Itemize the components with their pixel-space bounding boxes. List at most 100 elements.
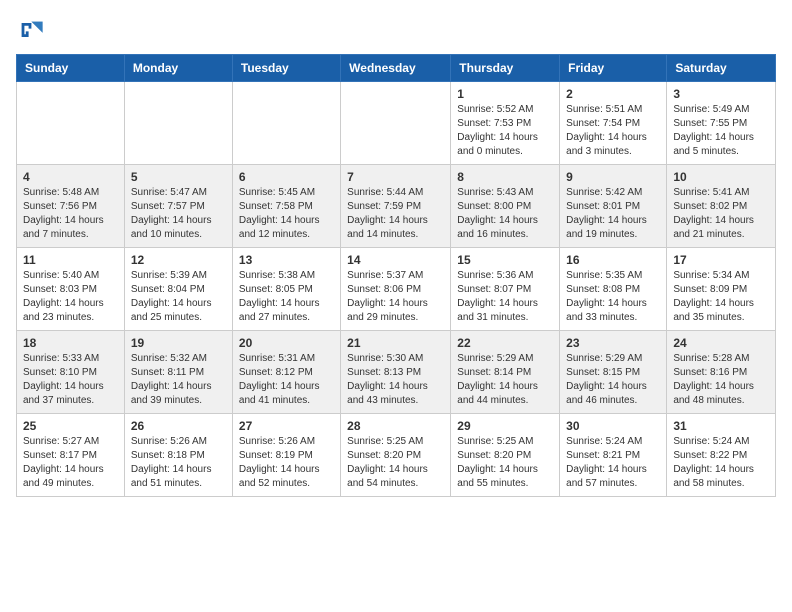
calendar-cell: 31 Sunrise: 5:24 AM Sunset: 8:22 PM Dayli… — [667, 414, 776, 497]
calendar-cell: 16 Sunrise: 5:35 AM Sunset: 8:08 PM Dayli… — [560, 248, 667, 331]
calendar-cell: 2 Sunrise: 5:51 AM Sunset: 7:54 PM Daylig… — [560, 82, 667, 165]
day-info: Sunrise: 5:31 AM Sunset: 8:12 PM Dayligh… — [239, 352, 334, 408]
day-header-saturday: Saturday — [667, 55, 776, 82]
calendar-cell: 15 Sunrise: 5:36 AM Sunset: 8:07 PM Dayli… — [451, 248, 560, 331]
calendar-cell: 19 Sunrise: 5:32 AM Sunset: 8:11 PM Dayli… — [124, 331, 232, 414]
day-number: 6 — [239, 170, 334, 184]
day-header-wednesday: Wednesday — [341, 55, 451, 82]
calendar-cell: 26 Sunrise: 5:26 AM Sunset: 8:18 PM Dayli… — [124, 414, 232, 497]
day-number: 7 — [347, 170, 444, 184]
calendar-cell: 9 Sunrise: 5:42 AM Sunset: 8:01 PM Daylig… — [560, 165, 667, 248]
day-info: Sunrise: 5:43 AM Sunset: 8:00 PM Dayligh… — [457, 186, 553, 242]
day-info: Sunrise: 5:45 AM Sunset: 7:58 PM Dayligh… — [239, 186, 334, 242]
logo — [16, 16, 48, 44]
day-number: 3 — [673, 87, 769, 101]
day-info: Sunrise: 5:29 AM Sunset: 8:15 PM Dayligh… — [566, 352, 660, 408]
calendar-cell: 3 Sunrise: 5:49 AM Sunset: 7:55 PM Daylig… — [667, 82, 776, 165]
calendar-cell: 11 Sunrise: 5:40 AM Sunset: 8:03 PM Dayli… — [17, 248, 125, 331]
day-number: 12 — [131, 253, 226, 267]
day-number: 2 — [566, 87, 660, 101]
calendar-cell: 23 Sunrise: 5:29 AM Sunset: 8:15 PM Dayli… — [560, 331, 667, 414]
logo-icon — [16, 16, 44, 44]
day-number: 23 — [566, 336, 660, 350]
calendar-week-1: 1 Sunrise: 5:52 AM Sunset: 7:53 PM Daylig… — [17, 82, 776, 165]
day-info: Sunrise: 5:34 AM Sunset: 8:09 PM Dayligh… — [673, 269, 769, 325]
day-number: 25 — [23, 419, 118, 433]
day-info: Sunrise: 5:41 AM Sunset: 8:02 PM Dayligh… — [673, 186, 769, 242]
day-header-sunday: Sunday — [17, 55, 125, 82]
calendar-cell: 17 Sunrise: 5:34 AM Sunset: 8:09 PM Dayli… — [667, 248, 776, 331]
day-number: 13 — [239, 253, 334, 267]
day-info: Sunrise: 5:49 AM Sunset: 7:55 PM Dayligh… — [673, 103, 769, 159]
day-info: Sunrise: 5:27 AM Sunset: 8:17 PM Dayligh… — [23, 435, 118, 491]
day-info: Sunrise: 5:40 AM Sunset: 8:03 PM Dayligh… — [23, 269, 118, 325]
calendar-cell: 30Sunrise: 5:24 AM Sunset: 8:21 PM Dayli… — [560, 414, 667, 497]
day-number: 26 — [131, 419, 226, 433]
day-info: Sunrise: 5:25 AM Sunset: 8:20 PM Dayligh… — [347, 435, 444, 491]
day-number: 18 — [23, 336, 118, 350]
day-info: Sunrise: 5:33 AM Sunset: 8:10 PM Dayligh… — [23, 352, 118, 408]
calendar-cell: 6 Sunrise: 5:45 AM Sunset: 7:58 PM Daylig… — [232, 165, 340, 248]
calendar-cell — [124, 82, 232, 165]
day-number: 10 — [673, 170, 769, 184]
day-info: Sunrise: 5:38 AM Sunset: 8:05 PM Dayligh… — [239, 269, 334, 325]
calendar-cell: 27Sunrise: 5:26 AM Sunset: 8:19 PM Dayli… — [232, 414, 340, 497]
day-number: 28 — [347, 419, 444, 433]
day-info: Sunrise: 5:51 AM Sunset: 7:54 PM Dayligh… — [566, 103, 660, 159]
calendar-cell: 14Sunrise: 5:37 AM Sunset: 8:06 PM Dayli… — [341, 248, 451, 331]
calendar-cell: 12 Sunrise: 5:39 AM Sunset: 8:04 PM Dayli… — [124, 248, 232, 331]
calendar-cell: 29 Sunrise: 5:25 AM Sunset: 8:20 PM Dayli… — [451, 414, 560, 497]
day-header-tuesday: Tuesday — [232, 55, 340, 82]
day-info: Sunrise: 5:29 AM Sunset: 8:14 PM Dayligh… — [457, 352, 553, 408]
calendar-cell: 28 Sunrise: 5:25 AM Sunset: 8:20 PM Dayli… — [341, 414, 451, 497]
day-info: Sunrise: 5:24 AM Sunset: 8:22 PM Dayligh… — [673, 435, 769, 491]
calendar-cell: 7Sunrise: 5:44 AM Sunset: 7:59 PM Daylig… — [341, 165, 451, 248]
day-number: 19 — [131, 336, 226, 350]
day-number: 1 — [457, 87, 553, 101]
day-header-monday: Monday — [124, 55, 232, 82]
day-number: 31 — [673, 419, 769, 433]
day-info: Sunrise: 5:26 AM Sunset: 8:18 PM Dayligh… — [131, 435, 226, 491]
calendar-cell: 22Sunrise: 5:29 AM Sunset: 8:14 PM Dayli… — [451, 331, 560, 414]
calendar-week-5: 25 Sunrise: 5:27 AM Sunset: 8:17 PM Dayli… — [17, 414, 776, 497]
day-number: 17 — [673, 253, 769, 267]
day-number: 9 — [566, 170, 660, 184]
calendar-cell: 4 Sunrise: 5:48 AM Sunset: 7:56 PM Daylig… — [17, 165, 125, 248]
calendar-cell: 8 Sunrise: 5:43 AM Sunset: 8:00 PM Daylig… — [451, 165, 560, 248]
calendar-cell: 10 Sunrise: 5:41 AM Sunset: 8:02 PM Dayli… — [667, 165, 776, 248]
calendar-cell: 25 Sunrise: 5:27 AM Sunset: 8:17 PM Dayli… — [17, 414, 125, 497]
calendar-cell: 20 Sunrise: 5:31 AM Sunset: 8:12 PM Dayli… — [232, 331, 340, 414]
day-number: 4 — [23, 170, 118, 184]
day-info: Sunrise: 5:35 AM Sunset: 8:08 PM Dayligh… — [566, 269, 660, 325]
day-info: Sunrise: 5:42 AM Sunset: 8:01 PM Dayligh… — [566, 186, 660, 242]
day-info: Sunrise: 5:32 AM Sunset: 8:11 PM Dayligh… — [131, 352, 226, 408]
calendar-week-2: 4 Sunrise: 5:48 AM Sunset: 7:56 PM Daylig… — [17, 165, 776, 248]
calendar-cell: 5Sunrise: 5:47 AM Sunset: 7:57 PM Daylig… — [124, 165, 232, 248]
day-number: 16 — [566, 253, 660, 267]
calendar-cell: 24Sunrise: 5:28 AM Sunset: 8:16 PM Dayli… — [667, 331, 776, 414]
day-number: 21 — [347, 336, 444, 350]
day-number: 11 — [23, 253, 118, 267]
day-number: 15 — [457, 253, 553, 267]
calendar-week-4: 18 Sunrise: 5:33 AM Sunset: 8:10 PM Dayli… — [17, 331, 776, 414]
day-info: Sunrise: 5:37 AM Sunset: 8:06 PM Dayligh… — [347, 269, 444, 325]
calendar: SundayMondayTuesdayWednesdayThursdayFrid… — [16, 54, 776, 497]
day-info: Sunrise: 5:36 AM Sunset: 8:07 PM Dayligh… — [457, 269, 553, 325]
day-number: 29 — [457, 419, 553, 433]
day-number: 20 — [239, 336, 334, 350]
day-info: Sunrise: 5:24 AM Sunset: 8:21 PM Dayligh… — [566, 435, 660, 491]
day-header-friday: Friday — [560, 55, 667, 82]
calendar-cell — [232, 82, 340, 165]
calendar-cell: 18 Sunrise: 5:33 AM Sunset: 8:10 PM Dayli… — [17, 331, 125, 414]
day-info: Sunrise: 5:52 AM Sunset: 7:53 PM Dayligh… — [457, 103, 553, 159]
day-number: 8 — [457, 170, 553, 184]
day-info: Sunrise: 5:39 AM Sunset: 8:04 PM Dayligh… — [131, 269, 226, 325]
day-info: Sunrise: 5:28 AM Sunset: 8:16 PM Dayligh… — [673, 352, 769, 408]
page-header — [16, 16, 776, 44]
day-info: Sunrise: 5:48 AM Sunset: 7:56 PM Dayligh… — [23, 186, 118, 242]
day-info: Sunrise: 5:26 AM Sunset: 8:19 PM Dayligh… — [239, 435, 334, 491]
day-info: Sunrise: 5:25 AM Sunset: 8:20 PM Dayligh… — [457, 435, 553, 491]
calendar-cell — [341, 82, 451, 165]
calendar-cell: 1 Sunrise: 5:52 AM Sunset: 7:53 PM Daylig… — [451, 82, 560, 165]
day-number: 5 — [131, 170, 226, 184]
